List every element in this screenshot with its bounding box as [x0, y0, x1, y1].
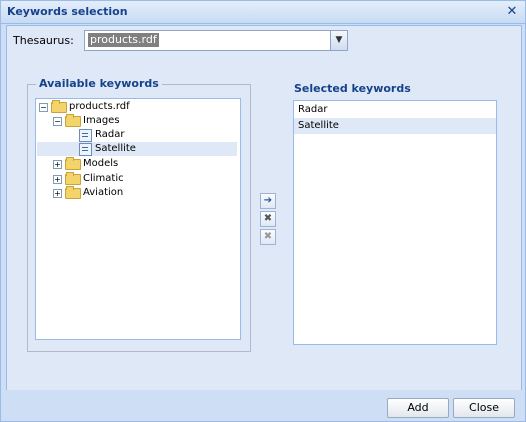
folder-icon: [65, 186, 81, 199]
expand-icon[interactable]: +: [53, 160, 62, 169]
list-item[interactable]: Satellite: [294, 118, 496, 134]
tree-node-label: Radar: [95, 129, 125, 140]
dialog-body: Thesaurus: products.rdf ▼ Available keyw…: [6, 25, 522, 391]
folder-open-icon: [65, 114, 81, 127]
tree-node-models[interactable]: + Models: [36, 157, 236, 171]
keywords-selection-dialog: Keywords selection ✕ Thesaurus: products…: [0, 0, 526, 422]
thesaurus-value[interactable]: products.rdf: [88, 33, 159, 47]
available-keywords-fieldset: Available keywords − products.rdf − Imag…: [27, 77, 251, 352]
thesaurus-combo[interactable]: products.rdf ▼: [84, 30, 348, 51]
keyword-icon: [79, 143, 92, 156]
list-item[interactable]: Radar: [294, 102, 496, 118]
thesaurus-label: Thesaurus:: [13, 34, 74, 47]
selected-keywords-title: Selected keywords: [294, 82, 411, 95]
keywords-tree: − products.rdf − Images Radar Satellite: [35, 98, 241, 340]
expand-icon[interactable]: +: [53, 189, 62, 198]
tree-node-climatic[interactable]: + Climatic: [36, 172, 236, 186]
available-keywords-legend: Available keywords: [36, 77, 162, 90]
tree-node-label: Models: [83, 158, 119, 169]
tree-node-label: products.rdf: [69, 101, 130, 112]
tree-node-satellite[interactable]: Satellite: [36, 142, 236, 156]
add-keyword-button[interactable]: ➔: [260, 193, 276, 209]
chevron-down-icon[interactable]: ▼: [330, 31, 347, 50]
expand-icon[interactable]: +: [53, 175, 62, 184]
tree-node-radar[interactable]: Radar: [36, 128, 236, 142]
tree-node-label: Aviation: [83, 187, 124, 198]
folder-open-icon: [51, 100, 67, 113]
close-icon[interactable]: ✕: [505, 5, 519, 19]
dialog-titlebar[interactable]: Keywords selection ✕: [1, 1, 525, 24]
collapse-icon[interactable]: −: [53, 117, 62, 126]
tree-node-aviation[interactable]: + Aviation: [36, 186, 236, 200]
selected-keywords-list: Radar Satellite: [293, 100, 497, 345]
dialog-title: Keywords selection: [7, 5, 128, 18]
tree-node-label: Climatic: [83, 173, 124, 184]
tree-node-images[interactable]: − Images: [36, 114, 236, 128]
keyword-icon: [79, 129, 92, 142]
tree-node-products-rdf[interactable]: − products.rdf: [36, 100, 236, 114]
tree-node-label: Satellite: [95, 143, 136, 154]
tree-node-label: Images: [83, 115, 120, 126]
remove-keyword-button[interactable]: ✖: [260, 211, 276, 227]
add-button[interactable]: Add: [387, 398, 449, 418]
collapse-icon[interactable]: −: [39, 103, 48, 112]
folder-icon: [65, 172, 81, 185]
folder-icon: [65, 157, 81, 170]
remove-all-keywords-button[interactable]: ✖: [260, 229, 276, 245]
close-button[interactable]: Close: [453, 398, 515, 418]
dialog-footer: Add Close: [1, 390, 525, 421]
